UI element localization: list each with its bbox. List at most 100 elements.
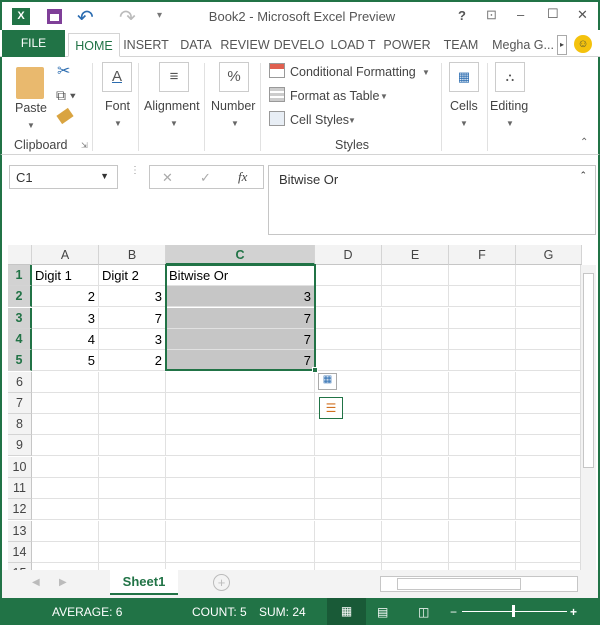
row-header-12[interactable]: 12 [8,499,32,521]
cell-G11[interactable] [516,478,582,499]
tab-developer[interactable]: DEVELO [273,33,325,57]
cell-B7[interactable] [99,392,166,414]
alignment-button[interactable]: Alignment [144,99,200,113]
row-header-13[interactable]: 13 [8,520,32,542]
column-header-D[interactable]: D [315,245,382,265]
cell-A13[interactable] [32,520,99,542]
number-button[interactable]: Number [211,99,255,113]
cell-G6[interactable] [516,371,582,393]
scroll-tabs-right-icon[interactable]: ▸ [557,35,567,55]
cell-G12[interactable] [516,499,582,521]
cell-B10[interactable] [99,456,166,478]
minimize-icon[interactable]: – [517,7,524,22]
cell-E15[interactable] [382,563,449,570]
next-sheet-icon[interactable]: ▶ [59,577,67,588]
cell-F4[interactable] [449,328,516,350]
copy-icon[interactable]: ⧉ ▾ [56,87,76,104]
cell-G4[interactable] [516,328,582,350]
worksheet-grid[interactable]: A B C D E F G 1 Digit 1 Digit 2 Bitwise Or 2 2 3 3 3 3 7 7… [0,245,600,570]
cell-D4[interactable] [315,328,382,350]
row-header-5[interactable]: 5 [8,350,32,372]
cell-E9[interactable] [382,435,449,457]
cell-G13[interactable] [516,520,582,542]
cell-D10[interactable] [315,456,382,478]
row-header-6[interactable]: 6 [8,371,32,393]
cell-B14[interactable] [99,541,166,563]
row-header-7[interactable]: 7 [8,392,32,414]
cells-button[interactable]: Cells [450,99,478,113]
maximize-icon[interactable]: ☐ [547,6,559,22]
row-header-9[interactable]: 9 [8,435,32,457]
cell-E14[interactable] [382,541,449,563]
cell-F8[interactable] [449,414,516,436]
auto-fill-options-icon[interactable]: ▦ [318,373,337,390]
column-header-G[interactable]: G [516,245,582,265]
cell-A5[interactable]: 5 [32,350,99,372]
cell-C4[interactable]: 7 [166,328,315,350]
cell-F1[interactable] [449,265,516,286]
cell-A6[interactable] [32,371,99,393]
chevron-down-icon[interactable]: ▼ [100,171,109,181]
cell-E10[interactable] [382,456,449,478]
zoom-in-icon[interactable]: + [570,605,577,619]
cell-A14[interactable] [32,541,99,563]
page-break-view-icon[interactable]: ◫ [418,605,429,619]
cell-styles-button[interactable]: Cell Styles [290,113,349,127]
cell-B11[interactable] [99,478,166,499]
column-header-F[interactable]: F [449,245,516,265]
cell-F13[interactable] [449,520,516,542]
cell-E6[interactable] [382,371,449,393]
cell-D12[interactable] [315,499,382,521]
cell-B13[interactable] [99,520,166,542]
cell-G10[interactable] [516,456,582,478]
scroll-thumb[interactable] [583,273,594,468]
cell-E4[interactable] [382,328,449,350]
expand-formula-bar-icon[interactable]: ⌃ [579,170,587,181]
cell-G1[interactable] [516,265,582,286]
cell-D9[interactable] [315,435,382,457]
cell-C5[interactable]: 7 [166,350,315,372]
alignment-icon[interactable]: ≡ [159,62,189,92]
cell-G7[interactable] [516,392,582,414]
editing-button[interactable]: Editing [490,99,528,113]
enter-icon[interactable]: ✓ [200,170,211,186]
tab-power[interactable]: POWER [381,33,433,57]
column-header-B[interactable]: B [99,245,166,265]
cell-A4[interactable]: 4 [32,328,99,350]
cell-B1[interactable]: Digit 2 [99,265,166,286]
close-icon[interactable]: ✕ [577,7,588,23]
cell-G15[interactable] [516,563,582,570]
cell-A8[interactable] [32,414,99,436]
cell-C12[interactable] [166,499,315,521]
cell-E3[interactable] [382,307,449,329]
cell-D5[interactable] [315,350,382,372]
cells-icon[interactable]: ▦ [449,62,479,92]
cell-E2[interactable] [382,286,449,308]
cell-B3[interactable]: 7 [99,307,166,329]
tab-file[interactable]: FILE [2,30,65,57]
column-header-C[interactable]: C [166,245,315,265]
cell-F5[interactable] [449,350,516,372]
cell-D13[interactable] [315,520,382,542]
scroll-thumb[interactable] [397,578,521,590]
cell-A2[interactable]: 2 [32,286,99,308]
tab-insert[interactable]: INSERT [121,33,171,57]
font-button[interactable]: Font [105,99,130,113]
cell-E7[interactable] [382,392,449,414]
cell-C9[interactable] [166,435,315,457]
cell-E13[interactable] [382,520,449,542]
format-as-table-button[interactable]: Format as Table [290,89,379,103]
row-header-14[interactable]: 14 [8,541,32,563]
cell-A11[interactable] [32,478,99,499]
cell-D3[interactable] [315,307,382,329]
cell-B9[interactable] [99,435,166,457]
cell-C8[interactable] [166,414,315,436]
column-header-A[interactable]: A [32,245,99,265]
cell-E1[interactable] [382,265,449,286]
cut-icon[interactable]: ✂ [57,61,70,81]
smiley-feedback-icon[interactable]: ☺ [574,35,592,53]
tab-home[interactable]: HOME [68,33,120,57]
paste-icon[interactable] [16,67,44,99]
zoom-out-icon[interactable]: − [450,605,457,619]
dialog-launcher-icon[interactable]: ⇲ [81,141,88,150]
